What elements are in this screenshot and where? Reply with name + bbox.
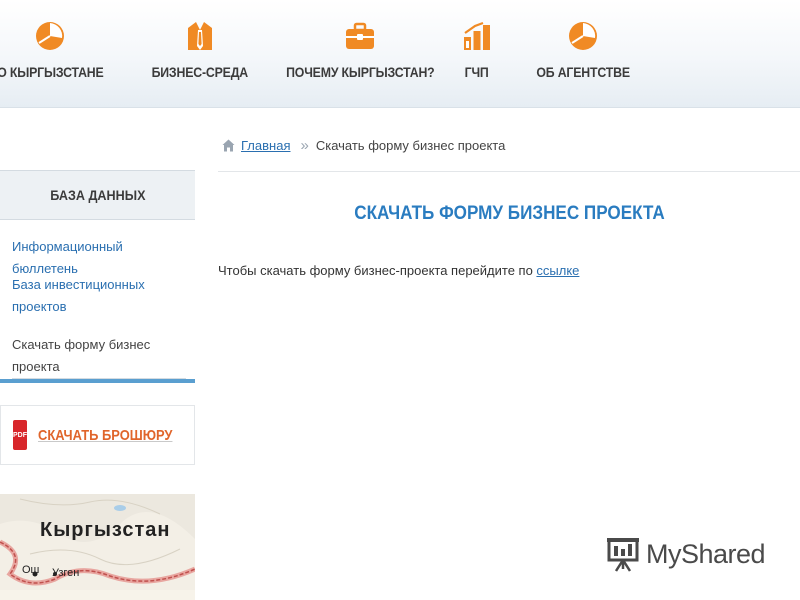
instruction-text: Чтобы скачать форму бизнес-проекта перей… — [218, 263, 579, 278]
brochure-label: СКАЧАТЬ БРОШЮРУ — [38, 426, 173, 444]
download-link[interactable]: ссылке — [536, 263, 579, 278]
pdf-icon: PDF — [13, 420, 27, 450]
nav-label: О КЫРГЫЗСТАНЕ — [0, 64, 104, 80]
pie-chart-icon — [36, 22, 65, 50]
breadcrumb: Главная » Скачать форму бизнес проекта — [222, 136, 505, 154]
watermark-text: MyShared — [646, 538, 766, 569]
instruction-sentence: Чтобы скачать форму бизнес-проекта перей… — [218, 263, 537, 278]
map-city-uzgen: Узген — [52, 567, 80, 579]
content-divider — [218, 171, 800, 172]
nav-item-business-environment[interactable]: БИЗНЕС-СРЕДА — [145, 20, 255, 80]
sidebar-database-panel: БАЗА ДАННЫХ Информационный бюллетень Баз… — [0, 170, 195, 383]
sidebar-item-investment-projects[interactable]: База инвестиционных проектов — [12, 274, 162, 318]
breadcrumb-separator: » — [300, 136, 309, 154]
page-title: СКАЧАТЬ ФОРМУ БИЗНЕС ПРОЕКТА — [218, 203, 800, 225]
myshared-watermark: MyShared — [606, 536, 766, 572]
sidebar-title: БАЗА ДАННЫХ — [0, 170, 195, 220]
briefcase-icon — [346, 22, 375, 49]
bar-chart-icon — [464, 21, 490, 50]
home-icon — [222, 139, 235, 151]
nav-item-about-agency[interactable]: ОБ АГЕНТСТВЕ — [530, 20, 636, 80]
pie-chart-icon — [569, 22, 598, 50]
sidebar-title-text: БАЗА ДАННЫХ — [49, 187, 146, 203]
breadcrumb-current: Скачать форму бизнес проекта — [315, 137, 506, 153]
map-image — [0, 494, 195, 600]
top-navigation: О КЫРГЫЗСТАНЕ БИЗНЕС-СРЕДА ПОЧЕМУ КЫРГЫЗ… — [0, 0, 800, 108]
sidebar-item-download-form[interactable]: Скачать форму бизнес проекта — [12, 334, 186, 379]
kyrgyzstan-map-banner[interactable]: Кыргызстан Ош Узген — [0, 494, 195, 600]
nav-item-why-kyrgyzstan[interactable]: ПОЧЕМУ КЫРГЫЗСТАН? — [276, 20, 445, 80]
download-brochure-button[interactable]: PDF СКАЧАТЬ БРОШЮРУ — [0, 405, 195, 465]
nav-label: ОБ АГЕНТСТВЕ — [536, 64, 630, 80]
nav-item-about-kyrgyzstan[interactable]: О КЫРГЫЗСТАНЕ — [0, 20, 111, 80]
nav-label: ПОЧЕМУ КЫРГЫЗСТАН? — [286, 64, 435, 80]
presentation-board-icon — [607, 538, 639, 572]
map-title: Кыргызстан — [40, 519, 171, 541]
suit-tie-icon — [187, 22, 212, 50]
nav-label: БИЗНЕС-СРЕДА — [151, 64, 249, 80]
page-title-text: СКАЧАТЬ ФОРМУ БИЗНЕС ПРОЕКТА — [353, 203, 665, 224]
nav-item-ppp[interactable]: ГЧП — [461, 20, 493, 80]
nav-label: ГЧП — [465, 64, 489, 80]
breadcrumb-home-link[interactable]: Главная — [241, 138, 290, 153]
map-city-osh: Ош — [22, 564, 40, 576]
